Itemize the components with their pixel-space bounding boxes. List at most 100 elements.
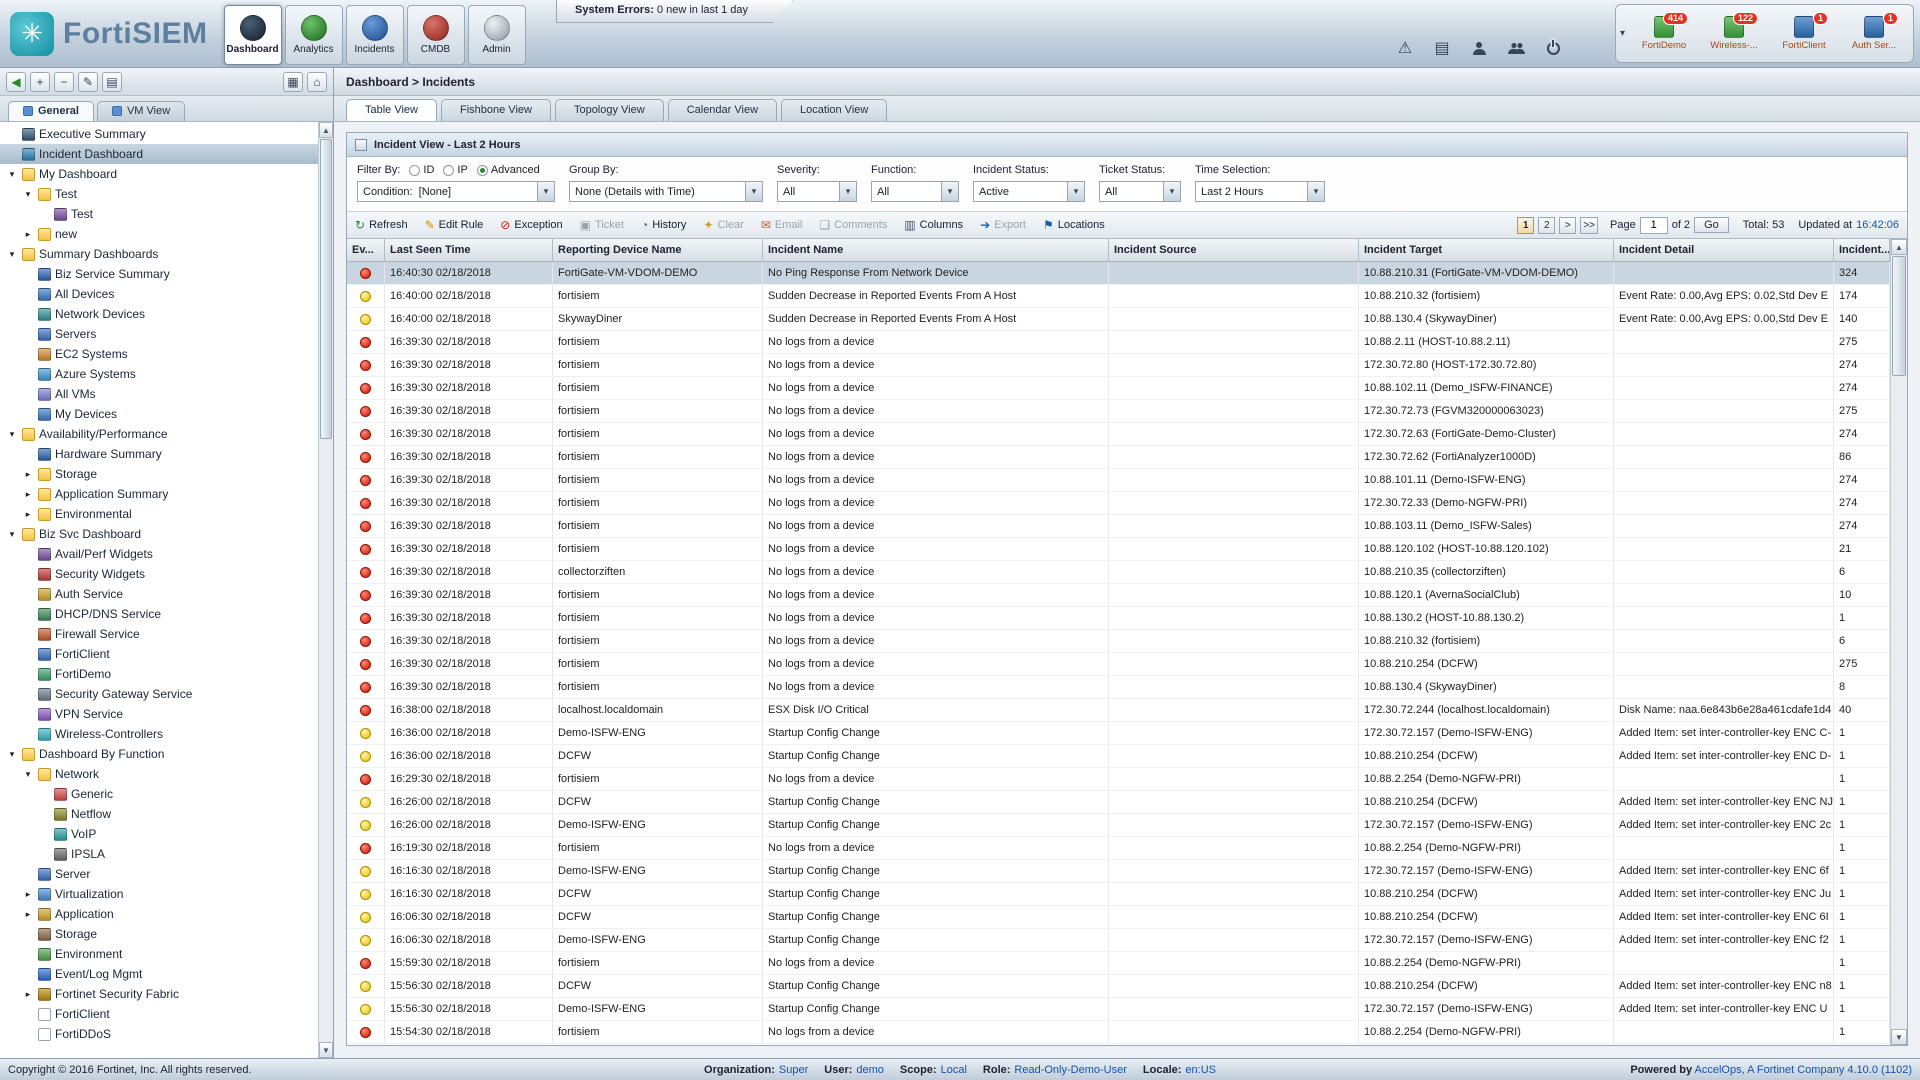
table-scrollbar[interactable]: ▲ ▼ [1890, 239, 1907, 1045]
radio-id[interactable]: ID [409, 164, 434, 176]
sidebar-item-ec2-systems[interactable]: EC2 Systems [0, 344, 333, 364]
incident-row[interactable]: 16:36:00 02/18/2018DCFWStartup Config Ch… [347, 745, 1890, 768]
sidebar-item-forticlient[interactable]: FortiClient [0, 644, 333, 664]
chevron-down-icon[interactable]: ▾ [1067, 182, 1084, 201]
powered-by-link[interactable]: AccelOps, A Fortinet Company 4.10.0 (110… [1695, 1064, 1912, 1076]
sidebar-item-network-devices[interactable]: Network Devices [0, 304, 333, 324]
sidebar-item-virtualization[interactable]: ▸Virtualization [0, 884, 333, 904]
sidebar-item-event-log-mgmt[interactable]: Event/Log Mgmt [0, 964, 333, 984]
page-button-2[interactable]: 2 [1538, 217, 1555, 234]
severity-dropdown[interactable]: All▾ [777, 181, 857, 202]
sidebar-item-my-devices[interactable]: My Devices [0, 404, 333, 424]
sidebar-item-application-summary[interactable]: ▸Application Summary [0, 484, 333, 504]
nav-tab-admin[interactable]: Admin [468, 5, 526, 65]
chevron-down-icon[interactable]: ▾ [839, 182, 856, 201]
report-icon[interactable]: ▤ [1431, 37, 1453, 59]
incident-row[interactable]: 16:39:30 02/18/2018fortisiemNo logs from… [347, 354, 1890, 377]
chevron-right-icon[interactable]: ▸ [22, 909, 34, 920]
column-header-incident-detail[interactable]: Incident Detail [1614, 239, 1834, 261]
incident-row[interactable]: 16:39:30 02/18/2018fortisiemNo logs from… [347, 607, 1890, 630]
sidebar-tab-general[interactable]: General [8, 101, 94, 121]
sidebar-item-azure-systems[interactable]: Azure Systems [0, 364, 333, 384]
home-icon[interactable]: ⌂ [307, 72, 327, 92]
columns-button[interactable]: ▥Columns [904, 219, 963, 231]
sidebar-item-avail-perf-widgets[interactable]: Avail/Perf Widgets [0, 544, 333, 564]
sidebar-item-test[interactable]: ▾Test [0, 184, 333, 204]
sidebar-item-my-dashboard[interactable]: ▾My Dashboard [0, 164, 333, 184]
column-header-ev[interactable]: Ev... [347, 239, 385, 261]
incident-row[interactable]: 16:39:30 02/18/2018fortisiemNo logs from… [347, 630, 1890, 653]
incident-row[interactable]: 16:39:30 02/18/2018collectorziftenNo log… [347, 561, 1890, 584]
incident-row[interactable]: 16:40:00 02/18/2018SkywayDinerSudden Dec… [347, 308, 1890, 331]
chevron-down-icon[interactable]: ▾ [22, 769, 34, 780]
chevron-down-icon[interactable]: ▾ [6, 249, 18, 260]
incident-row[interactable]: 15:59:30 02/18/2018fortisiemNo logs from… [347, 952, 1890, 975]
scroll-track[interactable] [1891, 255, 1907, 1029]
sidebar-item-biz-svc-dashboard[interactable]: ▾Biz Svc Dashboard [0, 524, 333, 544]
page-button-1[interactable]: 1 [1517, 217, 1534, 234]
radio-ip[interactable]: IP [443, 164, 467, 176]
sidebar-item-executive-summary[interactable]: Executive Summary [0, 124, 333, 144]
sidebar-item-wireless-controllers[interactable]: Wireless-Controllers [0, 724, 333, 744]
chevron-down-icon[interactable]: ▾ [6, 749, 18, 760]
user-icon[interactable] [1468, 37, 1490, 59]
nav-tab-cmdb[interactable]: CMDB [407, 5, 465, 65]
add-icon[interactable]: + [30, 72, 50, 92]
tab-calendar-view[interactable]: Calendar View [668, 99, 777, 121]
column-header-last-seen-time[interactable]: Last Seen Time [385, 239, 553, 261]
sidebar-item-fortiddos[interactable]: FortiDDoS [0, 1024, 333, 1044]
incident-row[interactable]: 15:54:30 02/18/2018fortisiemNo logs from… [347, 1021, 1890, 1044]
incident-row[interactable]: 16:39:30 02/18/2018fortisiemNo logs from… [347, 492, 1890, 515]
tab-topology-view[interactable]: Topology View [555, 99, 664, 121]
remove-icon[interactable]: − [54, 72, 74, 92]
incident-row[interactable]: 16:38:00 02/18/2018localhost.localdomain… [347, 699, 1890, 722]
scroll-up-icon[interactable]: ▲ [319, 122, 333, 138]
sidebar-item-auth-service[interactable]: Auth Service [0, 584, 333, 604]
column-header-reporting-device-name[interactable]: Reporting Device Name [553, 239, 763, 261]
chevron-down-icon[interactable]: ▾ [6, 529, 18, 540]
chevron-down-icon[interactable]: ▾ [6, 169, 18, 180]
locations-button[interactable]: ⚑Locations [1043, 219, 1105, 231]
incident-row[interactable]: 16:40:00 02/18/2018fortisiemSudden Decre… [347, 285, 1890, 308]
sidebar-item-forticlient[interactable]: FortiClient [0, 1004, 333, 1024]
edit-rule-button[interactable]: ✎Edit Rule [425, 219, 484, 231]
sidebar-item-network[interactable]: ▾Network [0, 764, 333, 784]
back-icon[interactable]: ◀ [6, 72, 26, 92]
chevron-right-icon[interactable]: ▸ [22, 229, 34, 240]
group-by-dropdown[interactable]: None (Details with Time)▾ [569, 181, 763, 202]
layers-icon[interactable]: ▤ [102, 72, 122, 92]
ticket-status-dropdown[interactable]: All▾ [1099, 181, 1181, 202]
sidebar-tab-vm-view[interactable]: VM View [97, 101, 185, 121]
scroll-down-icon[interactable]: ▼ [319, 1042, 333, 1058]
incident-row[interactable]: 16:16:30 02/18/2018DCFWStartup Config Ch… [347, 883, 1890, 906]
sidebar-item-ipsla[interactable]: IPSLA [0, 844, 333, 864]
sidebar-item-environment[interactable]: Environment [0, 944, 333, 964]
sidebar-item-security-gateway-service[interactable]: Security Gateway Service [0, 684, 333, 704]
column-header-incident-source[interactable]: Incident Source [1109, 239, 1359, 261]
sidebar-item-generic[interactable]: Generic [0, 784, 333, 804]
chevron-right-icon[interactable]: ▸ [22, 889, 34, 900]
incident-row[interactable]: 16:06:30 02/18/2018DCFWStartup Config Ch… [347, 906, 1890, 929]
function-dropdown[interactable]: All▾ [871, 181, 959, 202]
incident-row[interactable]: 16:06:30 02/18/2018Demo-ISFW-ENGStartup … [347, 929, 1890, 952]
sidebar-item-biz-service-summary[interactable]: Biz Service Summary [0, 264, 333, 284]
sidebar-item-storage[interactable]: Storage [0, 924, 333, 944]
scroll-thumb[interactable] [320, 139, 332, 439]
chevron-down-icon[interactable]: ▾ [1307, 182, 1324, 201]
chevron-right-icon[interactable]: ▸ [22, 469, 34, 480]
chevron-down-icon[interactable]: ▾ [6, 429, 18, 440]
incident-row[interactable]: 15:56:30 02/18/2018Demo-ISFW-ENGStartup … [347, 998, 1890, 1021]
chevron-down-icon[interactable]: ▾ [745, 182, 762, 201]
time-selection-dropdown[interactable]: Last 2 Hours▾ [1195, 181, 1325, 202]
chevron-down-icon[interactable]: ▾ [22, 189, 34, 200]
column-header-incident-target[interactable]: Incident Target [1359, 239, 1614, 261]
sidebar-item-firewall-service[interactable]: Firewall Service [0, 624, 333, 644]
sidebar-item-vpn-service[interactable]: VPN Service [0, 704, 333, 724]
incident-row[interactable]: 16:26:00 02/18/2018DCFWStartup Config Ch… [347, 791, 1890, 814]
alert-icon[interactable]: ⚠ [1394, 37, 1416, 59]
incident-row[interactable]: 16:39:30 02/18/2018fortisiemNo logs from… [347, 469, 1890, 492]
sidebar-item-test[interactable]: Test [0, 204, 333, 224]
incident-row[interactable]: 16:39:30 02/18/2018fortisiemNo logs from… [347, 377, 1890, 400]
go-button[interactable]: Go [1694, 217, 1729, 233]
sidebar-item-all-vms[interactable]: All VMs [0, 384, 333, 404]
